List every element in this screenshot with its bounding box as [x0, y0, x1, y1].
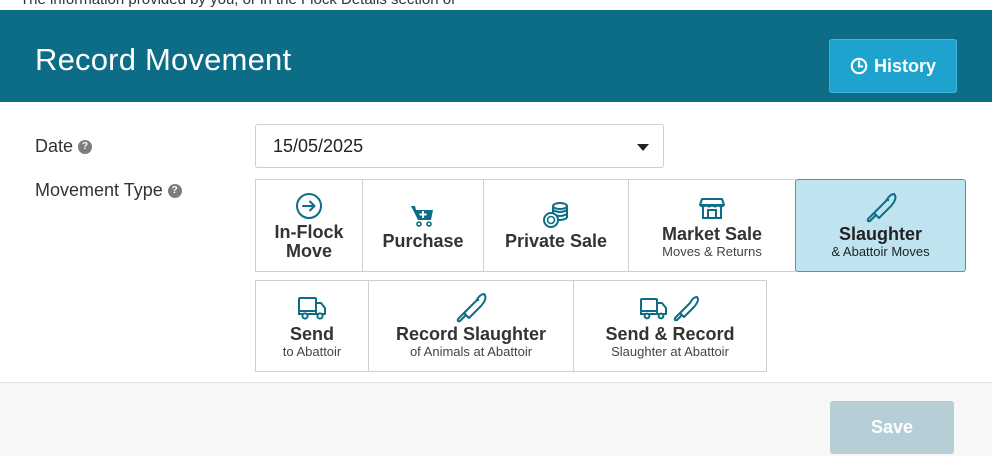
date-select-value: 15/05/2025 [273, 135, 364, 156]
help-icon[interactable]: ? [78, 139, 93, 154]
movement-type-label: Record Slaughter [395, 324, 547, 344]
movement-type-sublabel: Moves & Returns [662, 243, 762, 259]
knife-icon [864, 192, 898, 223]
history-button[interactable]: History [829, 39, 957, 93]
movement-type-send-and-record[interactable]: Send & Record Slaughter at Abattoir [573, 280, 767, 372]
truck-knife-icon [639, 293, 701, 323]
movement-type-label: Market Sale [661, 223, 763, 244]
movement-type-label: Slaughter [838, 223, 922, 244]
movement-type-private-sale[interactable]: Private Sale [483, 179, 629, 272]
movement-type-label-text: Movement Type [35, 180, 163, 200]
movement-type-send[interactable]: Send to Abattoir [255, 280, 369, 372]
truck-icon [297, 293, 327, 323]
movement-type-label: Purchase [382, 231, 464, 251]
store-icon [698, 193, 726, 223]
clock-icon [850, 57, 868, 75]
top-cropped-text: The information provided by you, or in t… [0, 0, 992, 10]
movement-type-in-flock-move[interactable]: In-Flock Move [255, 179, 363, 272]
knife-icon [454, 293, 488, 323]
movement-type-sublabel: to Abattoir [282, 344, 342, 359]
movement-type-market-sale[interactable]: Market Sale Moves & Returns [628, 179, 796, 272]
date-select[interactable]: 15/05/2025 [255, 124, 664, 168]
movement-type-label: Movement Type ? [35, 180, 182, 201]
history-button-label: History [873, 55, 936, 76]
movement-type-sublabel: of Animals at Abattoir [409, 344, 533, 359]
movement-type-label: Private Sale [504, 231, 608, 251]
date-label: Date ? [35, 136, 93, 157]
save-button[interactable]: Save [830, 401, 954, 454]
help-icon[interactable]: ? [167, 183, 182, 198]
caret-down-icon [637, 144, 649, 151]
movement-type-label: Send & Record [605, 324, 735, 344]
arrow-circle-icon [295, 191, 323, 221]
movement-type-slaughter[interactable]: Slaughter & Abattoir Moves [795, 179, 966, 272]
movement-type-sublabel: & Abattoir Moves [831, 243, 930, 259]
top-cropped-text-content: The information provided by you, or in t… [20, 0, 455, 8]
page-title: Record Movement [35, 42, 292, 77]
movement-type-record-slaughter[interactable]: Record Slaughter of Animals at Abattoir [368, 280, 574, 372]
cart-icon [409, 200, 437, 230]
movement-type-label: Move [285, 240, 332, 261]
coins-icon [541, 200, 571, 230]
movement-type-label: Send [289, 324, 334, 344]
date-label-text: Date [35, 136, 74, 156]
movement-type-purchase[interactable]: Purchase [362, 179, 484, 272]
movement-type-label: In-Flock [274, 221, 344, 242]
movement-type-sublabel: Slaughter at Abattoir [611, 344, 729, 359]
modal-header: Record Movement History [0, 10, 992, 102]
